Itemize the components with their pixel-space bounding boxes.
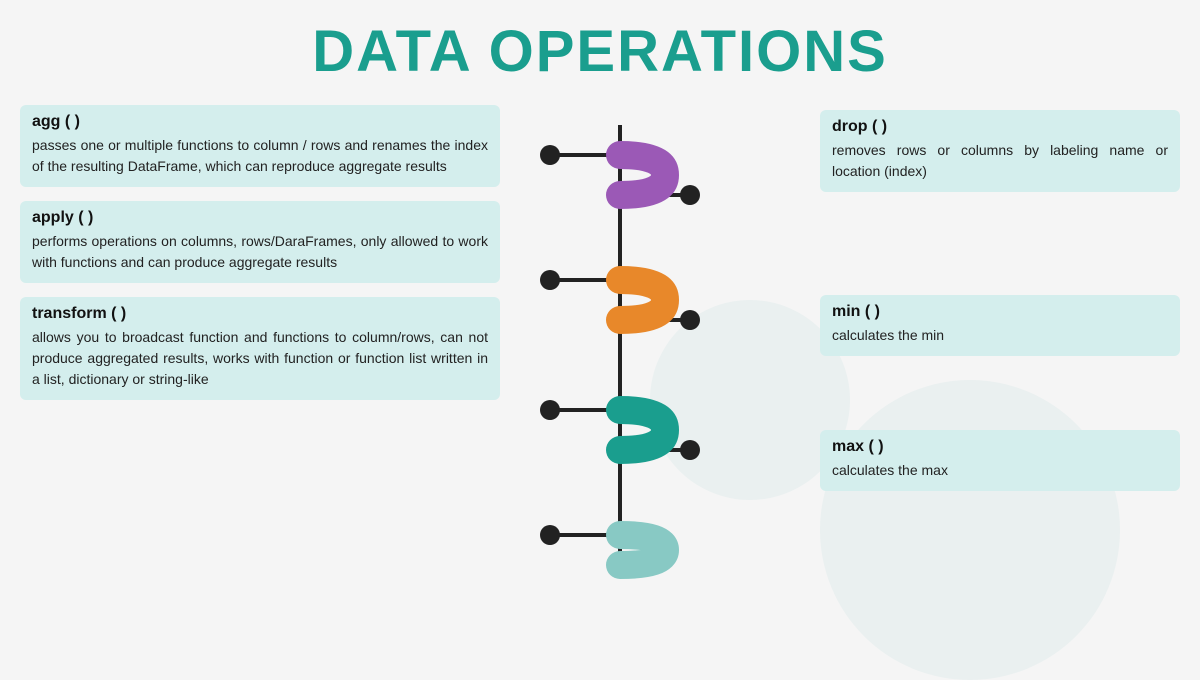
card-agg-body: passes one or multiple functions to colu… <box>32 135 488 177</box>
card-transform-body: allows you to broadcast function and fun… <box>32 327 488 390</box>
card-max-body: calculates the max <box>832 460 1168 481</box>
card-apply: apply ( ) performs operations on columns… <box>20 201 500 283</box>
card-transform-title: transform ( ) <box>32 305 488 323</box>
card-drop: drop ( ) removes rows or columns by labe… <box>820 110 1180 192</box>
card-max: max ( ) calculates the max <box>820 430 1180 491</box>
card-max-title: max ( ) <box>832 438 1168 456</box>
left-cards: agg ( ) passes one or multiple functions… <box>0 95 520 600</box>
card-drop-body: removes rows or columns by labeling name… <box>832 140 1168 182</box>
content-area: agg ( ) passes one or multiple functions… <box>0 95 1200 600</box>
card-min: min ( ) calculates the min <box>820 295 1180 356</box>
card-transform: transform ( ) allows you to broadcast fu… <box>20 297 500 400</box>
card-agg-title: agg ( ) <box>32 113 488 131</box>
card-min-body: calculates the min <box>832 325 1168 346</box>
card-min-title: min ( ) <box>832 303 1168 321</box>
page-title: DATA OPERATIONS <box>0 0 1200 95</box>
card-agg: agg ( ) passes one or multiple functions… <box>20 105 500 187</box>
connector-svg <box>490 95 750 605</box>
card-apply-body: performs operations on columns, rows/Dar… <box>32 231 488 273</box>
card-drop-title: drop ( ) <box>832 118 1168 136</box>
card-apply-title: apply ( ) <box>32 209 488 227</box>
